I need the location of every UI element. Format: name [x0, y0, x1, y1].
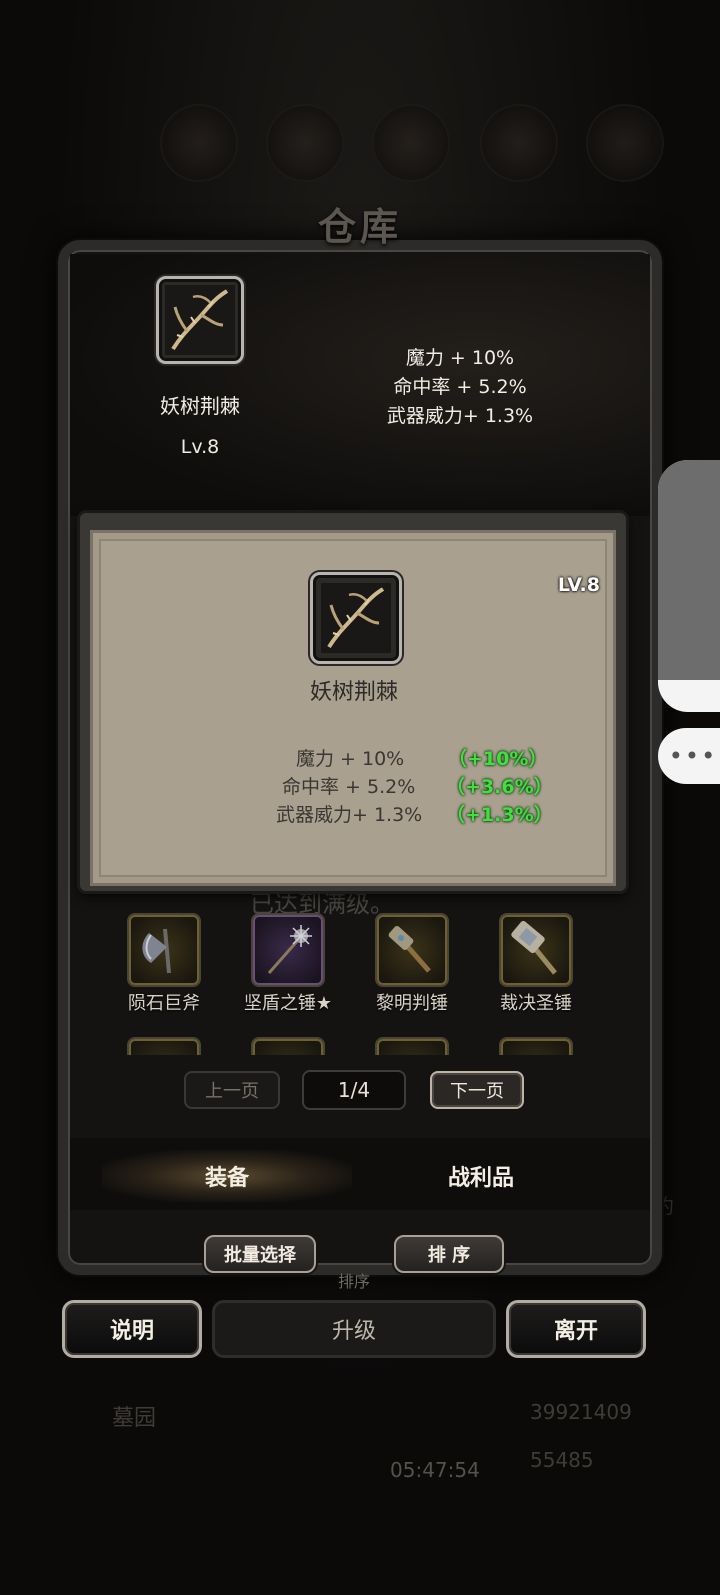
- batch-select-button[interactable]: 批量选择: [204, 1235, 316, 1273]
- tab-loot[interactable]: 战利品: [356, 1150, 606, 1202]
- item-icon: [127, 1037, 201, 1055]
- warhammer-icon: [499, 913, 573, 987]
- thorn-branch-icon: [321, 583, 391, 653]
- tooltip-stat-magic: 魔力 + 10%: [296, 748, 405, 770]
- grid-item-4[interactable]: 裁决圣锤: [476, 913, 596, 1015]
- mace-icon: [251, 913, 325, 987]
- sort-button[interactable]: 排 序: [394, 1235, 504, 1273]
- more-menu-button[interactable]: •••: [658, 728, 720, 784]
- selected-item-level: Lv.8: [180, 436, 220, 458]
- tooltip-level: LV.8: [557, 574, 600, 596]
- tooltip-bonus-weapon-power: （+1.3%）: [446, 804, 553, 826]
- volume-slider[interactable]: [658, 460, 720, 712]
- prev-page-button[interactable]: 上一页: [184, 1071, 280, 1109]
- hud-slot-4: [480, 104, 558, 182]
- gold-amount: 39921409: [530, 1400, 632, 1424]
- hud-slot-3: [372, 104, 450, 182]
- tooltip-bonus-magic: （+10%）: [448, 748, 548, 770]
- grid-item-2[interactable]: 坚盾之锤★: [228, 913, 348, 1015]
- grid-item-1[interactable]: 陨石巨斧: [104, 913, 224, 1015]
- axe-icon: [127, 913, 201, 987]
- tab-equipment[interactable]: 装备: [102, 1150, 352, 1202]
- grid-item-label: 陨石巨斧: [128, 993, 200, 1014]
- more-dots-icon: •••: [668, 742, 718, 770]
- countdown-timer: 05:47:54: [390, 1458, 480, 1482]
- grid-item-label: 黎明判锤: [376, 993, 448, 1014]
- tooltip-item-icon: [310, 572, 402, 664]
- grid-item-5[interactable]: [104, 1037, 224, 1055]
- upgrade-button[interactable]: 升级: [212, 1300, 496, 1358]
- hud-slot-2: [266, 104, 344, 182]
- hud-slot-1: [160, 104, 238, 182]
- stat-line: 武器威力+ 1.3%: [386, 405, 534, 427]
- selected-item-icon[interactable]: [156, 276, 244, 364]
- help-button[interactable]: 说明: [62, 1300, 202, 1358]
- stat-line: 命中率 + 5.2%: [393, 376, 527, 398]
- grid-item-label: 坚盾之锤★: [243, 993, 333, 1014]
- leave-button[interactable]: 离开: [506, 1300, 646, 1358]
- page-indicator: 1/4: [302, 1070, 406, 1110]
- item-icon: [251, 1037, 325, 1055]
- grid-item-6[interactable]: [228, 1037, 348, 1055]
- tooltip-stat-weapon-power: 武器威力+ 1.3%: [276, 804, 423, 826]
- selected-item-name: 妖树荆棘: [160, 394, 240, 418]
- tooltip-item-name: 妖树荆棘: [309, 680, 398, 705]
- item-icon: [375, 1037, 449, 1055]
- grid-item-label: 裁决圣锤: [500, 993, 572, 1014]
- gem-amount: 55485: [530, 1448, 594, 1472]
- hammer-icon: [375, 913, 449, 987]
- tooltip-bonus-accuracy: （+3.6%）: [446, 776, 553, 798]
- selected-item-stats: 魔力 + 10% 命中率 + 5.2% 武器威力+ 1.3%: [340, 344, 580, 431]
- thorn-branch-icon: [165, 285, 235, 355]
- next-page-button[interactable]: 下一页: [430, 1071, 524, 1109]
- grid-item-8[interactable]: [476, 1037, 596, 1055]
- warehouse-title: 仓库: [317, 204, 402, 249]
- stat-line: 魔力 + 10%: [405, 347, 515, 369]
- grid-item-3[interactable]: 黎明判锤: [352, 913, 472, 1015]
- grid-item-7[interactable]: [352, 1037, 472, 1055]
- hud-slot-5: [586, 104, 664, 182]
- item-icon: [499, 1037, 573, 1055]
- sort-ghost-label: 排序: [337, 1272, 370, 1291]
- garden-label: 墓园: [112, 1406, 157, 1431]
- tooltip-stat-accuracy: 命中率 + 5.2%: [282, 776, 416, 798]
- item-grid: 陨石巨斧 坚盾之锤★ 黎明判锤 裁决圣锤: [98, 893, 624, 1055]
